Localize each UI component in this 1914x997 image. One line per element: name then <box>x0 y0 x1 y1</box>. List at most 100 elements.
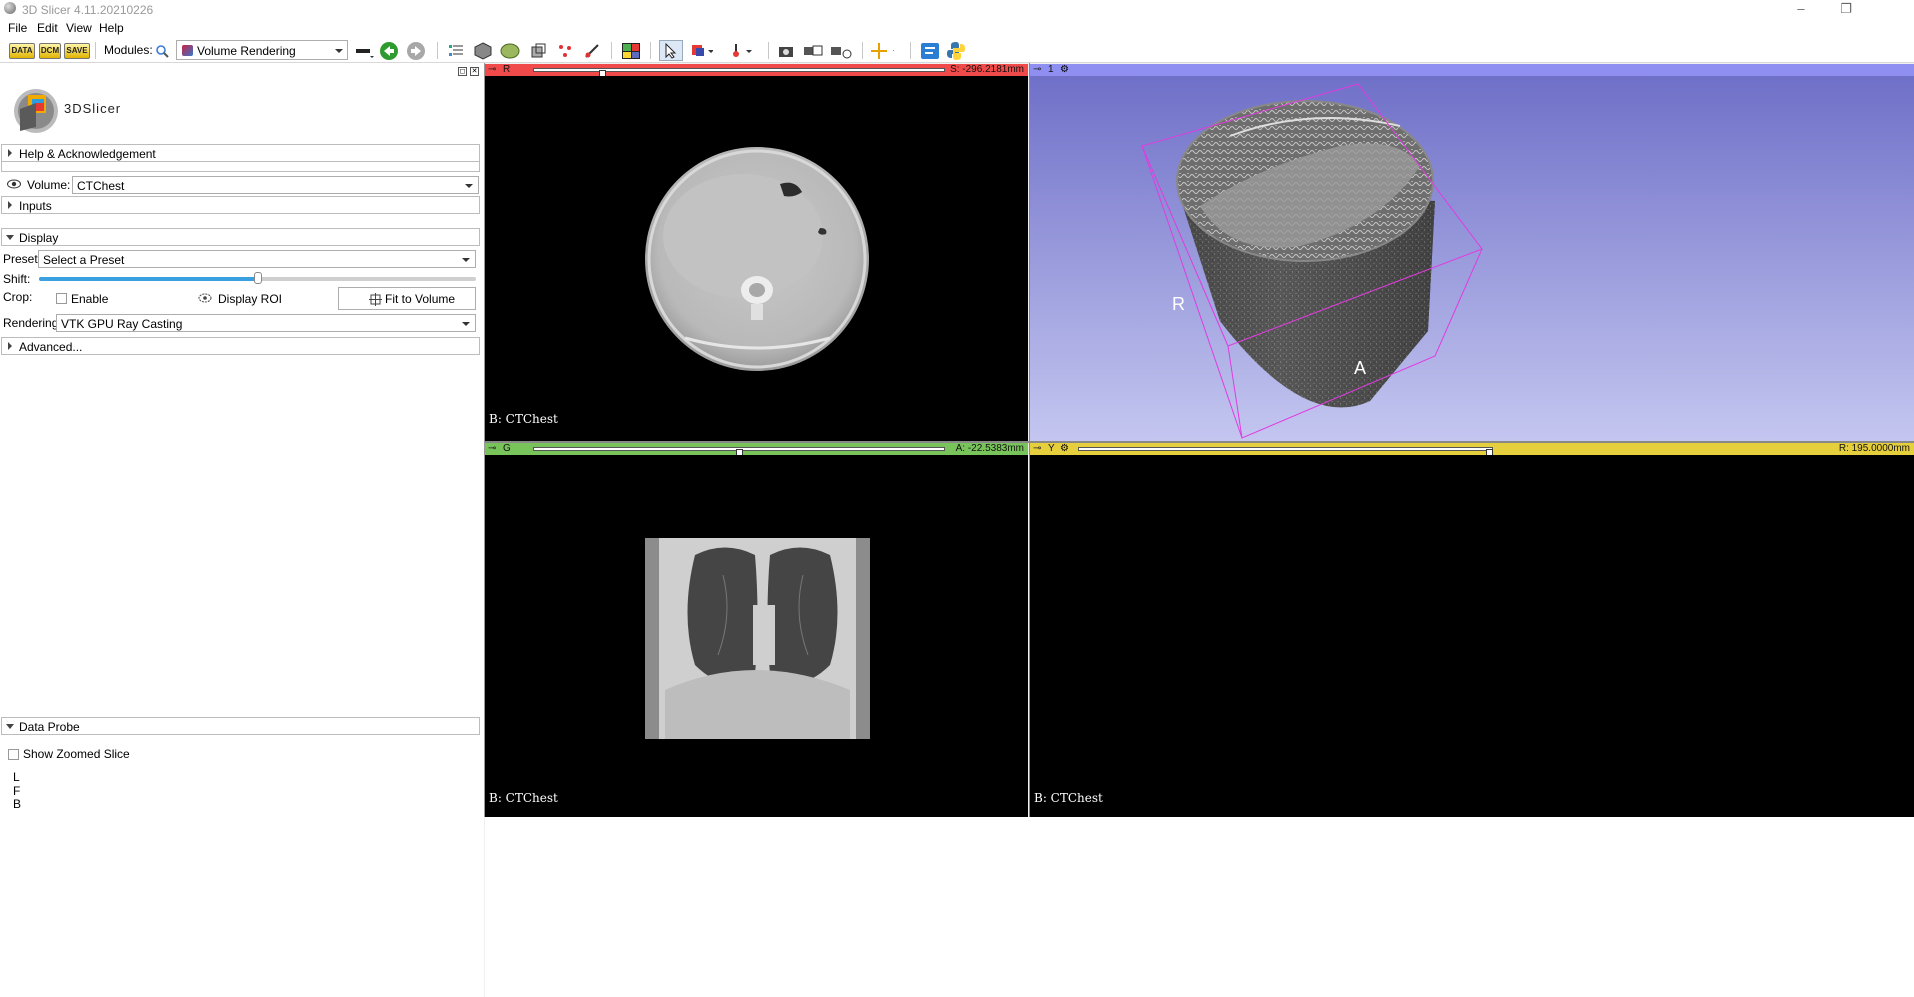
threed-view-controller: ⊸ 1 ⚙ <box>1030 64 1914 76</box>
show-zoomed-slice-label: Show Zoomed Slice <box>23 747 130 761</box>
markups-module-button[interactable] <box>553 40 577 61</box>
restore-button[interactable]: ❐ <box>1823 0 1869 18</box>
data-probe-section[interactable]: Data Probe <box>1 717 480 735</box>
red-slice-offset-value: S: -296.2181mm <box>950 64 1024 75</box>
chevron-down-icon <box>6 724 14 729</box>
menu-bar: File Edit View Help <box>0 18 1914 38</box>
toolbar-separator <box>910 42 911 59</box>
extension-manager-button[interactable] <box>918 40 942 61</box>
pin-icon[interactable]: ⊸ <box>1033 65 1041 75</box>
advanced-section-label: Advanced... <box>19 340 83 354</box>
forward-button[interactable] <box>404 40 428 61</box>
module-panel: ◻ ✕ 3DSlicer Help & Acknowledgement Volu… <box>0 63 484 997</box>
crosshair-button[interactable] <box>870 40 894 61</box>
red-slice-offset-slider[interactable] <box>533 68 945 80</box>
menu-help[interactable]: Help <box>99 21 124 35</box>
minimize-button[interactable]: – <box>1778 0 1824 18</box>
green-view-background-label: B: CTChest <box>489 791 558 805</box>
yellow-settings-icon[interactable]: ⚙ <box>1060 443 1069 455</box>
segment-editor-button[interactable] <box>580 40 604 61</box>
save-icon: SAVE <box>64 42 90 59</box>
toolbar-separator <box>611 42 612 59</box>
scene-view-button[interactable] <box>801 40 825 61</box>
slicer-logo <box>14 89 58 133</box>
back-button[interactable] <box>377 40 401 61</box>
scene-views-icon <box>804 45 823 55</box>
eye-icon[interactable] <box>7 179 21 189</box>
green-slice-offset-value: A: -22.5383mm <box>955 443 1024 454</box>
fiducial-pin-icon <box>733 43 752 57</box>
menu-edit[interactable]: Edit <box>37 21 58 35</box>
fit-volume-icon <box>369 293 382 306</box>
crop-enable-checkbox[interactable] <box>56 293 67 304</box>
red-slice-view[interactable]: B: CTChest <box>485 76 1028 441</box>
volume-cube-icon <box>474 41 492 60</box>
arrow-left-icon <box>380 41 398 60</box>
green-view-letter: G <box>503 443 511 454</box>
data-module-button[interactable] <box>444 40 468 61</box>
red-slice-controller: ⊸ R S: -296.2181mm <box>485 64 1028 80</box>
layout-button[interactable] <box>619 40 643 61</box>
advanced-section[interactable]: Advanced... <box>1 337 480 355</box>
models-module-button[interactable] <box>498 40 522 61</box>
module-search-button[interactable] <box>150 40 174 61</box>
python-console-button[interactable] <box>944 40 968 61</box>
arrow-right-icon <box>407 41 425 60</box>
rendering-method-selector[interactable]: VTK GPU Ray Casting <box>56 314 476 332</box>
load-data-button[interactable]: DATA <box>9 40 35 61</box>
preset-selector[interactable]: Select a Preset <box>38 250 476 268</box>
yellow-slice-view[interactable]: B: CTChest <box>1030 455 1914 817</box>
shift-slider-handle[interactable] <box>253 272 262 284</box>
pin-icon[interactable]: ⊸ <box>488 65 496 75</box>
toolbar-separator <box>650 42 651 59</box>
data-probe-section-label: Data Probe <box>19 720 80 734</box>
dicom-icon: DCM <box>38 42 62 59</box>
transforms-module-button[interactable] <box>526 40 550 61</box>
close-panel-button[interactable]: ✕ <box>470 67 479 76</box>
window-level-button[interactable] <box>690 40 714 61</box>
module-selector[interactable]: Volume Rendering <box>176 40 348 60</box>
fit-to-volume-label: Fit to Volume <box>385 292 456 306</box>
bottom-blank-area <box>485 817 1914 997</box>
camera-icon <box>779 46 793 57</box>
module-history-button[interactable] <box>352 40 376 61</box>
help-acknowledgement-section[interactable]: Help & Acknowledgement <box>1 144 480 162</box>
chevron-down-icon <box>462 322 470 326</box>
green-slice-offset-slider[interactable] <box>533 447 945 459</box>
scene-capture-button[interactable] <box>829 40 853 61</box>
show-zoomed-slice-checkbox[interactable] <box>8 749 19 760</box>
red-view-letter: R <box>503 64 511 75</box>
display-roi-eye-icon[interactable] <box>198 292 212 304</box>
green-slice-view[interactable]: B: CTChest <box>485 455 1028 817</box>
menu-file[interactable]: File <box>8 21 27 35</box>
undock-button[interactable]: ◻ <box>458 67 467 76</box>
inputs-section[interactable]: Inputs <box>1 196 480 214</box>
model-brain-icon <box>500 43 520 58</box>
place-fiducial-button[interactable] <box>728 40 752 61</box>
shift-slider[interactable] <box>39 272 476 284</box>
toolbar-separator <box>437 42 438 59</box>
undock-icon: ◻ <box>459 68 466 75</box>
threed-view[interactable]: R A <box>1030 76 1914 441</box>
volume-rendering-image <box>1141 83 1483 439</box>
yellow-slice-offset-slider[interactable] <box>1078 447 1493 459</box>
pin-icon[interactable]: ⊸ <box>1033 444 1041 454</box>
volume-selector[interactable]: CTChest <box>72 176 479 194</box>
yellow-view-background-label: B: CTChest <box>1034 791 1103 805</box>
axial-ct-image <box>645 147 869 371</box>
save-button[interactable]: SAVE <box>64 40 90 61</box>
fit-to-volume-button[interactable]: Fit to Volume <box>338 287 476 310</box>
pin-icon[interactable]: ⊸ <box>488 444 496 454</box>
volumes-module-button[interactable] <box>471 40 495 61</box>
threed-settings-icon[interactable]: ⚙ <box>1060 64 1069 76</box>
preset-selector-value: Select a Preset <box>43 253 125 267</box>
mouse-select-mode-button[interactable] <box>659 40 683 61</box>
volume-selector-value: CTChest <box>77 179 125 193</box>
module-selector-value: Volume Rendering <box>197 44 296 58</box>
preset-label: Preset: <box>3 252 42 266</box>
screenshot-button[interactable] <box>774 40 798 61</box>
display-section[interactable]: Display <box>1 228 480 246</box>
probe-layer-l: L <box>13 770 20 784</box>
load-dicom-button[interactable]: DCM <box>38 40 62 61</box>
menu-view[interactable]: View <box>66 21 92 35</box>
